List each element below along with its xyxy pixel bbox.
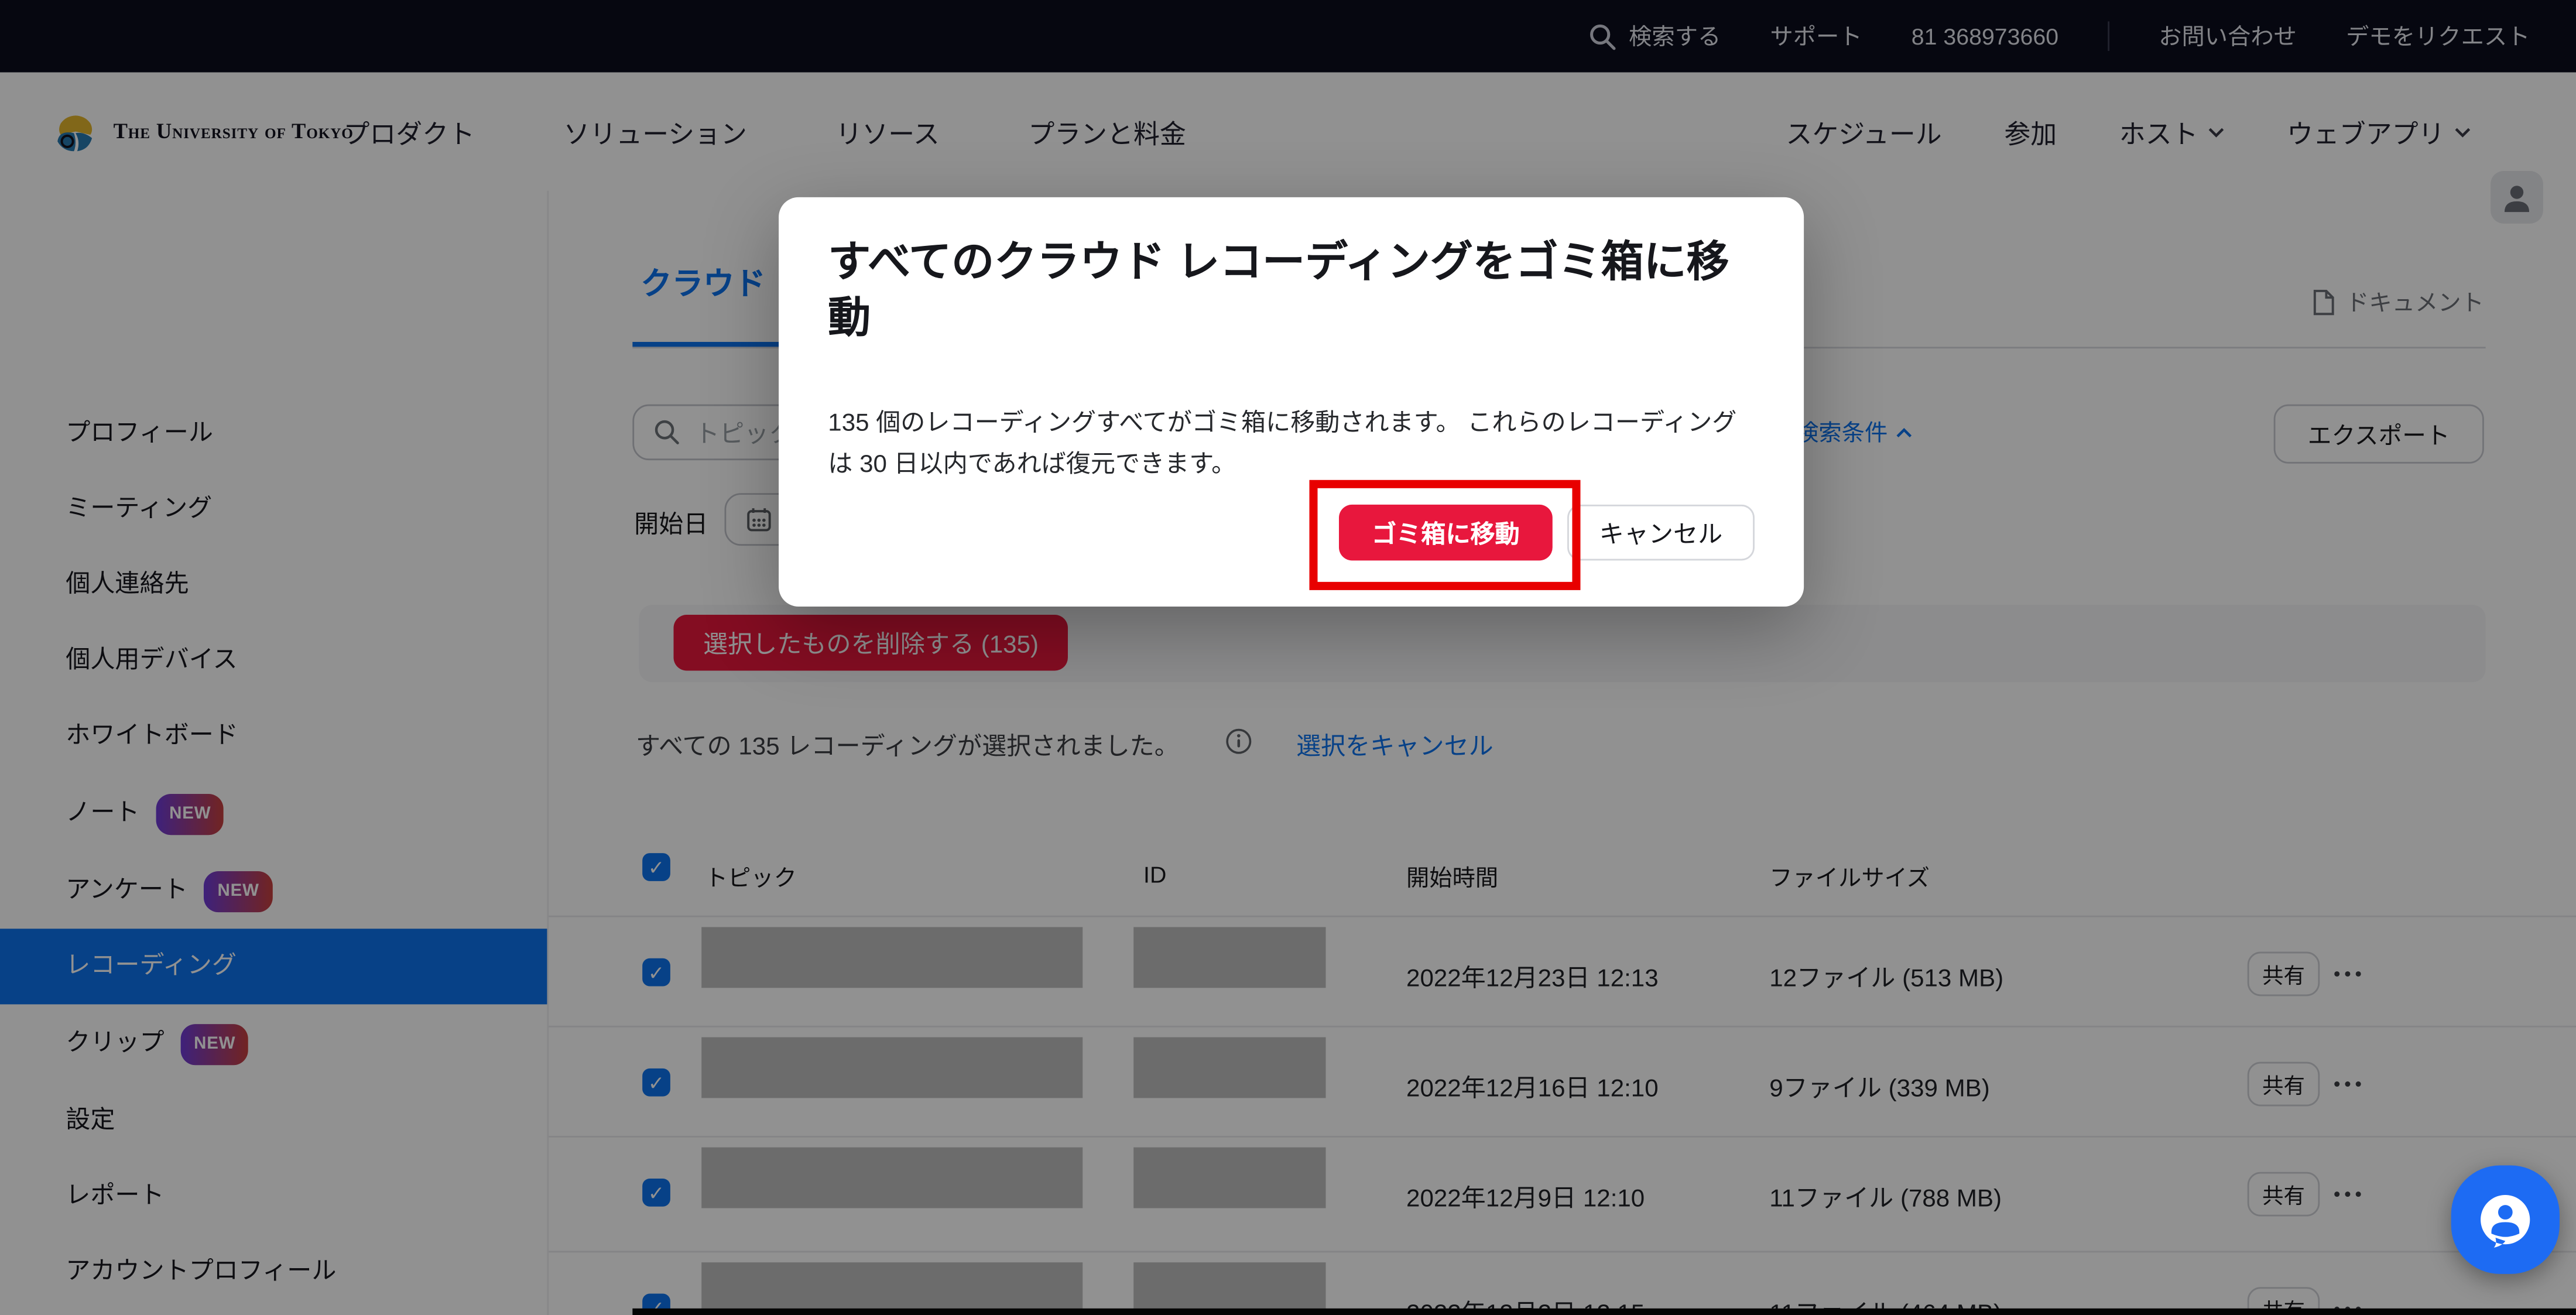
chat-help-button[interactable] [2451,1166,2560,1274]
page: 検索する サポート 81 368973660 お問い合わせ デモをリクエスト T… [0,0,2576,1315]
cancel-button[interactable]: キャンセル [1567,505,1755,560]
dialog-title: すべてのクラウド レコーディングをゴミ箱に移動 [828,234,1758,345]
move-to-trash-button[interactable]: ゴミ箱に移動 [1339,505,1553,560]
chat-person-icon [2474,1189,2537,1251]
move-to-trash-dialog: すべてのクラウド レコーディングをゴミ箱に移動 135 個のレコーディングすべて… [779,197,1804,607]
dialog-body: 135 個のレコーディングすべてがゴミ箱に移動されます。 これらのレコーディング… [828,403,1751,485]
